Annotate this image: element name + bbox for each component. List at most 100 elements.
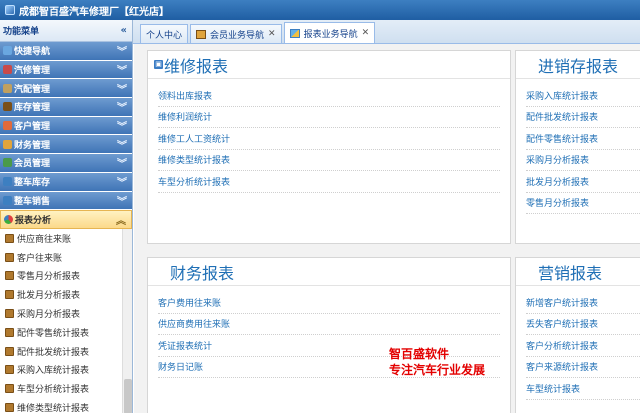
close-icon[interactable]: ✕ [268, 29, 276, 39]
app-title: 成都智百盛汽车修理厂【红光店】 [19, 6, 169, 18]
document-icon [5, 252, 14, 262]
card-title: 维修报表 [164, 56, 229, 76]
report-link[interactable]: 配件批发统计报表 [526, 107, 640, 128]
customer-icon [3, 121, 12, 131]
sidebar-item-label: 客户管理 [14, 122, 51, 133]
card-header: ▣ 维修报表 [148, 51, 510, 79]
report-link[interactable]: 车型统计报表 [526, 378, 640, 400]
sidebar-item-home[interactable]: 快捷导航 ︾ [0, 42, 132, 61]
report-link[interactable]: 维修工人工资统计 [158, 128, 500, 150]
sidebar-sub-item[interactable]: 批发月分析报表 [0, 285, 132, 304]
tools-icon [3, 65, 12, 75]
report-link[interactable]: 客户来源统计报表 [526, 357, 640, 378]
sidebar: 功能菜单 « 快捷导航 ︾ 汽修管理 ︾ 汽配管理 ︾ 库存管理 ︾ 客户管理 ︾ 财务管理 ︾ 会员管… [0, 20, 133, 413]
report-link[interactable]: 批发月分析报表 [526, 171, 640, 193]
report-link[interactable]: 维修利润统计 [158, 107, 500, 128]
sub-item-label: 配件批发统计报表 [17, 347, 90, 358]
chevron-up-icon: ︽ [116, 216, 126, 228]
parts-icon [3, 83, 12, 93]
report-link[interactable]: 零售月分析报表 [526, 193, 640, 214]
report-link[interactable]: 客户费用往来账 [158, 292, 500, 314]
tab-report-business-nav[interactable]: 报表业务导航 ✕ [283, 22, 376, 43]
report-link[interactable]: 供应商费用往来账 [158, 314, 500, 335]
document-icon [5, 233, 14, 243]
sidebar-item-label: 报表分析 [15, 216, 52, 227]
sidebar-item-label: 整车库存 [14, 178, 51, 189]
document-icon [5, 327, 14, 337]
sub-item-label: 采购入库统计报表 [17, 366, 90, 377]
card-title: 进销存报表 [538, 56, 619, 76]
sidebar-menu: 快捷导航 ︾ 汽修管理 ︾ 汽配管理 ︾ 库存管理 ︾ 客户管理 ︾ 财务管理 ︾ 会员管理 ︾ 整车库存 ︾… [0, 42, 132, 211]
folder-icon [196, 29, 207, 39]
report-link[interactable]: 车型分析统计报表 [158, 171, 500, 193]
sidebar-title: 功能菜单 [3, 27, 40, 37]
chevron-down-icon: ︾ [117, 122, 127, 134]
marketing-report-card: 营销报表 新增客户统计报表 丢失客户统计报表 客户分析统计报表 客户来源统计报表 车型统… [515, 257, 640, 413]
sidebar-header: 功能菜单 « [0, 20, 132, 42]
sidebar-sub-item[interactable]: 配件零售统计报表 [0, 323, 132, 342]
sidebar-item-parts[interactable]: 汽配管理 ︾ [0, 79, 132, 99]
sidebar-item-label: 会员管理 [14, 159, 51, 170]
collapse-sidebar-icon[interactable]: « [121, 25, 127, 36]
sidebar-item-label: 快捷导航 [14, 47, 51, 58]
member-icon [3, 158, 12, 168]
sidebar-item-customer[interactable]: 客户管理 ︾ [0, 116, 132, 136]
sidebar-sub-item[interactable]: 供应商往来账 [0, 229, 132, 248]
report-icon [289, 28, 300, 38]
chevron-down-icon: ︾ [117, 140, 127, 152]
sidebar-item-inventory[interactable]: 库存管理 ︾ [0, 98, 132, 117]
finance-report-card: 财务报表 客户费用往来账 供应商费用往来账 凭证报表统计 财务日记账 [147, 257, 511, 413]
report-link[interactable]: 新增客户统计报表 [526, 292, 640, 314]
report-link[interactable]: 丢失客户统计报表 [526, 314, 640, 335]
watermark-line: 智百盛软件 [389, 347, 450, 361]
sidebar-item-car-sales[interactable]: 整车销售 ︾ [0, 191, 132, 211]
close-icon[interactable]: ✕ [362, 28, 370, 38]
sidebar-item-label: 财务管理 [14, 140, 51, 151]
sidebar-sub-item[interactable]: 车型分析统计报表 [0, 379, 132, 398]
document-icon [5, 271, 14, 281]
chevron-down-icon: ︾ [117, 84, 127, 96]
tab-member-business-nav[interactable]: 会员业务导航 ✕ [190, 24, 282, 43]
sidebar-item-report-analysis[interactable]: 报表分析 ︽ [0, 210, 132, 229]
sidebar-item-car-stock[interactable]: 整车库存 ︾ [0, 172, 132, 192]
watermark: 智百盛软件 专注汽车行业发展 [389, 346, 485, 378]
report-link[interactable]: 客户分析统计报表 [526, 335, 640, 357]
main-content: ▣ 维修报表 领料出库报表 维修利润统计 维修工人工资统计 维修类型统计报表 车型分析统… [134, 44, 640, 413]
sidebar-scrollbar[interactable] [122, 228, 132, 413]
sidebar-sub-item[interactable]: 维修类型统计报表 [0, 398, 132, 413]
report-link[interactable]: 采购入库统计报表 [526, 85, 640, 107]
sub-item-label: 客户往来账 [17, 253, 63, 264]
watermark-line: 专注汽车行业发展 [389, 363, 486, 377]
sidebar-item-label: 整车销售 [14, 196, 51, 207]
tab-label: 个人中心 [146, 30, 183, 41]
report-link[interactable]: 维修类型统计报表 [158, 150, 500, 171]
chevron-down-icon: ︾ [117, 178, 127, 190]
sidebar-sub-item[interactable]: 采购月分析报表 [0, 304, 132, 323]
document-icon [5, 365, 14, 375]
tab-personal-center[interactable]: 个人中心 [140, 24, 189, 43]
sidebar-sub-item[interactable]: 采购入库统计报表 [0, 360, 132, 379]
sidebar-item-finance[interactable]: 财务管理 ︾ [0, 135, 132, 155]
sidebar-sub-item[interactable]: 客户往来账 [0, 248, 132, 267]
chevron-down-icon: ︾ [117, 159, 127, 171]
report-link[interactable]: 配件零售统计报表 [526, 128, 640, 150]
repair-report-links: 领料出库报表 维修利润统计 维修工人工资统计 维修类型统计报表 车型分析统计报表 [148, 79, 510, 193]
chevron-down-icon: ︾ [117, 196, 127, 208]
chevron-down-icon: ︾ [117, 103, 127, 115]
sidebar-sub-item[interactable]: 零售月分析报表 [0, 266, 132, 285]
card-title: 营销报表 [538, 263, 603, 283]
sidebar-item-member[interactable]: 会员管理 ︾ [0, 154, 132, 173]
scrollbar-thumb[interactable] [124, 378, 132, 413]
sub-item-label: 配件零售统计报表 [17, 328, 90, 339]
report-link[interactable]: 采购月分析报表 [526, 150, 640, 171]
pie-chart-icon [4, 215, 13, 225]
sidebar-sub-item[interactable]: 配件批发统计报表 [0, 342, 132, 361]
report-link[interactable]: 领料出库报表 [158, 85, 500, 107]
sidebar-item-tools[interactable]: 汽修管理 ︾ [0, 60, 132, 80]
card-header: 财务报表 [148, 258, 510, 286]
sub-item-label: 车型分析统计报表 [17, 385, 90, 396]
card-header: 进销存报表 [516, 51, 640, 79]
sidebar-item-label: 库存管理 [14, 103, 51, 114]
document-icon [5, 384, 14, 394]
document-icon [5, 308, 14, 318]
